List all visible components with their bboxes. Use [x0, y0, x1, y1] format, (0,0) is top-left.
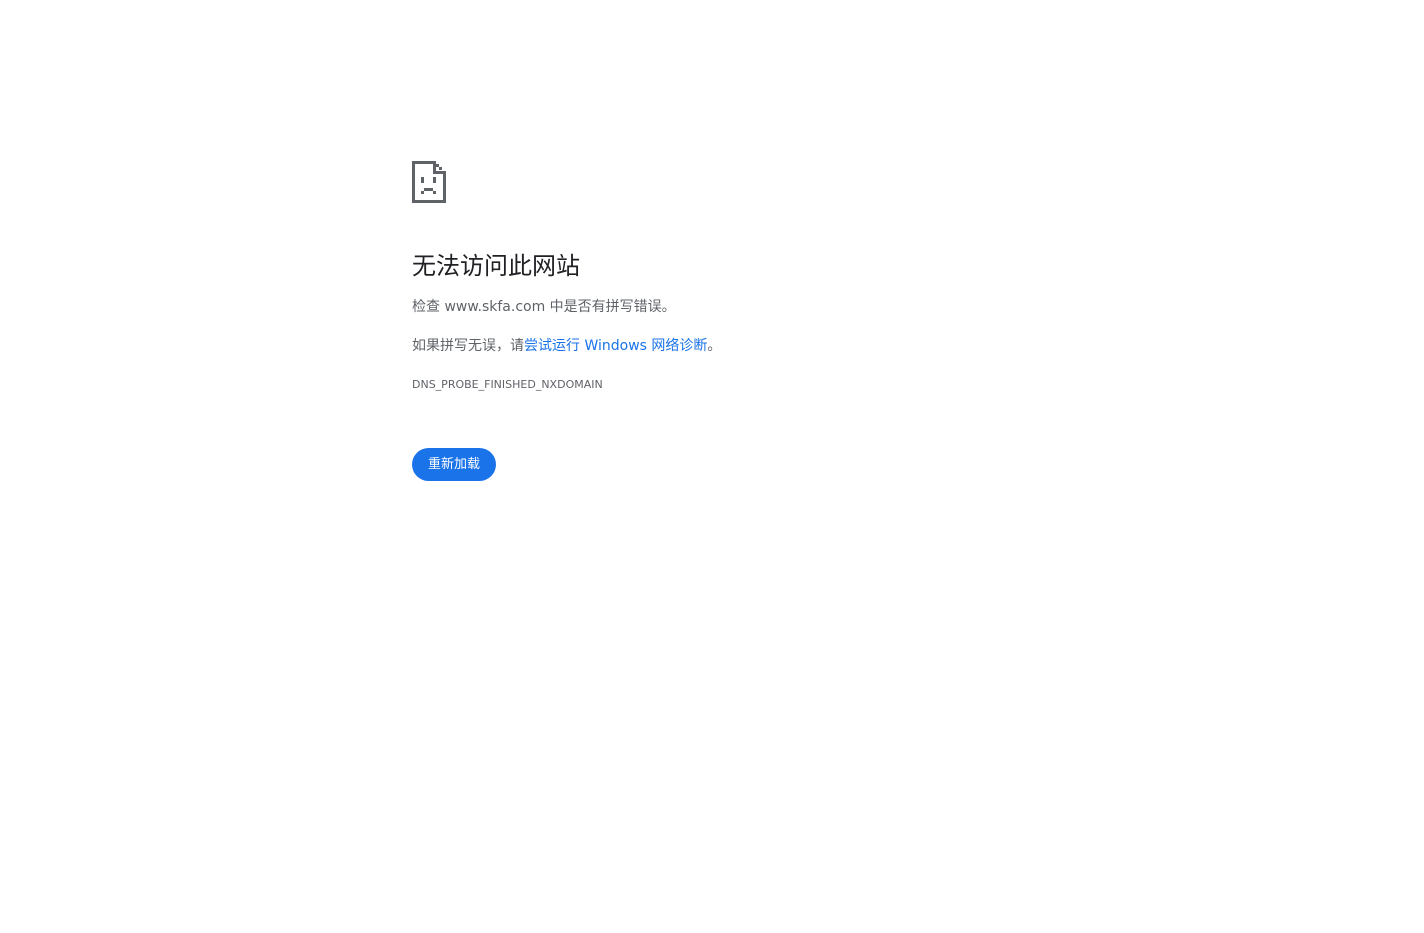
spelling-hint-suffix: 中是否有拼写错误。: [545, 299, 676, 315]
error-title: 无法访问此网站: [412, 252, 580, 280]
domain-name: www.skfa.com: [444, 299, 546, 315]
network-diagnostics-link[interactable]: 尝试运行 Windows 网络诊断: [524, 338, 707, 354]
diagnostics-hint: 如果拼写无误，请尝试运行 Windows 网络诊断。: [412, 336, 721, 356]
spelling-hint: 检查 www.skfa.com 中是否有拼写错误。: [412, 297, 676, 317]
spelling-hint-prefix: 检查: [412, 299, 445, 315]
reload-button[interactable]: 重新加载: [412, 448, 496, 481]
error-page: 无法访问此网站 检查 www.skfa.com 中是否有拼写错误。 如果拼写无误…: [0, 0, 1424, 933]
diagnostics-hint-prefix: 如果拼写无误，请: [412, 338, 524, 354]
sad-page-icon: [412, 161, 446, 203]
error-code: DNS_PROBE_FINISHED_NXDOMAIN: [412, 378, 603, 391]
diagnostics-hint-suffix: 。: [707, 338, 722, 354]
